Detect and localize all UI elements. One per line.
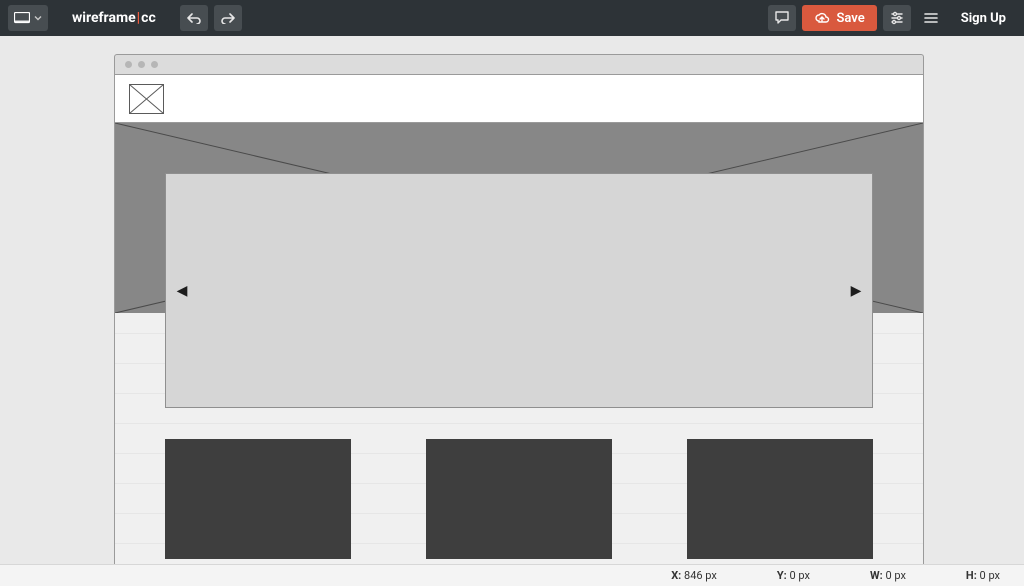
redo-button[interactable] [214,5,242,31]
chevron-right-icon: ▶ [851,283,862,299]
browser-body[interactable]: ◀ ▶ [114,74,924,564]
page-header[interactable] [115,75,923,123]
comment-button[interactable] [768,5,796,31]
browser-titlebar[interactable] [114,54,924,74]
toolbar-left: wireframe | cc [8,5,242,31]
undo-button[interactable] [180,5,208,31]
comment-icon [775,11,789,25]
hamburger-icon [924,12,938,24]
redo-icon [221,12,235,24]
card-placeholder[interactable] [687,439,873,559]
chevron-left-icon: ◀ [177,283,188,299]
status-y-label: Y: [777,569,787,582]
menu-button[interactable] [917,5,945,31]
status-w: W: 0 px [870,569,906,582]
status-h-value: 0 px [980,569,1000,582]
image-placeholder-icon [129,84,164,114]
device-icon [14,12,30,24]
sliders-icon [890,11,904,25]
window-dot [138,61,145,68]
status-w-label: W: [870,569,883,582]
signup-button[interactable]: Sign Up [951,5,1016,31]
logo-placeholder[interactable] [129,84,164,114]
window-dot [151,61,158,68]
device-select[interactable] [8,5,48,31]
status-x-value: 846 px [684,569,717,582]
window-dot [125,61,132,68]
undo-icon [187,12,201,24]
chevron-down-icon [34,14,42,22]
carousel-prev-button[interactable]: ◀ [174,283,190,299]
card-placeholder[interactable] [165,439,351,559]
card-row [165,439,873,559]
signup-label: Sign Up [961,11,1006,26]
save-label: Save [836,11,864,26]
status-x: X: 846 px [671,569,717,582]
brand-text-right: cc [141,10,156,26]
status-bar: X: 846 px Y: 0 px W: 0 px H: 0 px [0,564,1024,586]
carousel-next-button[interactable]: ▶ [848,283,864,299]
status-h-label: H: [966,569,977,582]
brand-text-left: wireframe [72,10,136,26]
save-button[interactable]: Save [802,5,876,31]
settings-button[interactable] [883,5,911,31]
wireframe-browser-frame[interactable]: ◀ ▶ [114,54,924,564]
status-y-value: 0 px [790,569,810,582]
cloud-save-icon [814,12,830,24]
toolbar-right: Save Sign Up [768,5,1016,31]
brand-logo[interactable]: wireframe | cc [72,10,156,26]
status-x-label: X: [671,569,681,582]
status-w-value: 0 px [885,569,905,582]
card-placeholder[interactable] [426,439,612,559]
status-h: H: 0 px [966,569,1000,582]
canvas-stage[interactable]: ◀ ▶ [0,36,1024,564]
status-y: Y: 0 px [777,569,810,582]
top-toolbar: wireframe | cc Save [0,0,1024,36]
carousel-placeholder[interactable]: ◀ ▶ [165,173,873,408]
